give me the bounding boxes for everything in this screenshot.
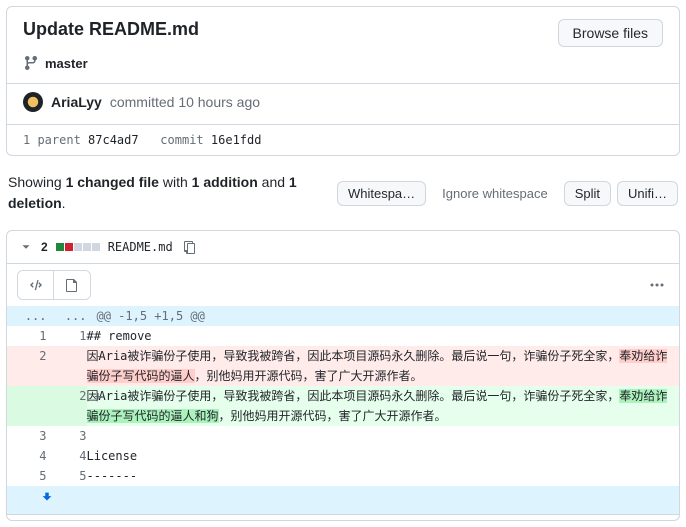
chevron-down-icon[interactable] [19, 240, 33, 254]
diff-toolbar: Whitespa… Ignore whitespace Split Unifi… [337, 181, 678, 206]
branch-name[interactable]: master [45, 56, 88, 71]
view-tab-group [17, 270, 91, 300]
code-view-tab[interactable] [18, 271, 54, 299]
diff-file: 2 README.md ...... @@ -1,5 +1,5 @@ 11 ##… [6, 230, 680, 521]
parent-sha[interactable]: 87c4ad7 [88, 133, 139, 147]
unified-view-button[interactable]: Unifi… [617, 181, 678, 206]
diff-line: 33 [7, 426, 680, 446]
avatar-icon [27, 96, 39, 108]
file-name[interactable]: README.md [108, 240, 173, 254]
branch-row: master [7, 55, 679, 83]
copy-icon[interactable] [181, 239, 197, 255]
expand-down-icon [40, 490, 54, 504]
author-name[interactable]: AriaLyy [51, 94, 102, 110]
commit-box: Update README.md Browse files master Ari… [6, 6, 680, 156]
whitespace-button[interactable]: Whitespa… [337, 181, 426, 206]
diff-table: ...... @@ -1,5 +1,5 @@ 11 ## remove 2 -因… [6, 306, 680, 515]
diffstat-count: 2 [41, 240, 48, 254]
diffstat-blocks [56, 243, 100, 251]
diff-line: 11 ## remove [7, 326, 680, 346]
branch-icon [23, 55, 39, 71]
split-view-button[interactable]: Split [564, 181, 611, 206]
preview-tab[interactable] [54, 271, 90, 299]
diff-file-header: 2 README.md [6, 230, 680, 264]
changes-summary: Showing 1 changed file with 1 addition a… [8, 172, 325, 214]
commit-time: committed 10 hours ago [110, 94, 260, 110]
commit-title: Update README.md [23, 19, 199, 40]
hunk-row: ...... @@ -1,5 +1,5 @@ [7, 306, 680, 326]
browse-files-button[interactable]: Browse files [558, 19, 663, 47]
hunk-header: @@ -1,5 +1,5 @@ [87, 306, 680, 326]
commit-header: Update README.md Browse files [7, 7, 679, 55]
view-tabs [6, 264, 680, 306]
diff-line: 44 License [7, 446, 680, 466]
diff-line-deletion: 2 -因Aria被诈骗份子使用，导致我被跨省，因此本项目源码永久删除。最后说一句… [7, 346, 680, 386]
diff-line: 55 ------- [7, 466, 680, 486]
diff-line-addition: 2 +因Aria被诈骗份子使用，导致我被跨省，因此本项目源码永久删除。最后说一句… [7, 386, 680, 426]
kebab-menu[interactable] [645, 273, 669, 297]
changes-bar: Showing 1 changed file with 1 addition a… [0, 172, 686, 230]
commit-meta: 1 parent 87c4ad7 commit 16e1fdd [7, 124, 679, 155]
ignore-whitespace-button[interactable]: Ignore whitespace [432, 181, 558, 206]
avatar[interactable] [23, 92, 43, 112]
expand-down[interactable] [7, 486, 680, 515]
author-row: AriaLyy committed 10 hours ago [7, 83, 679, 124]
commit-sha: 16e1fdd [211, 133, 262, 147]
